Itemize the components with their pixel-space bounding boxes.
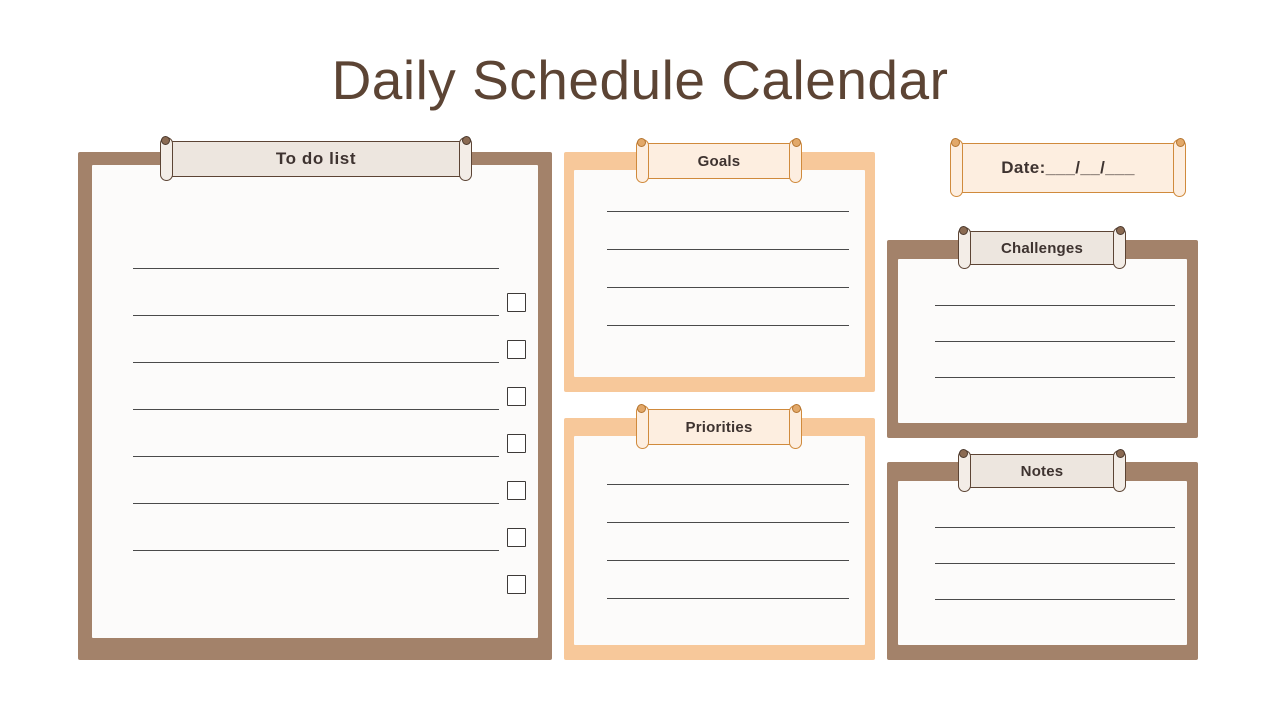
banner-plate: Goals — [644, 143, 794, 179]
todo-rule-3[interactable] — [133, 362, 499, 363]
challenges-label: Challenges — [1000, 239, 1084, 257]
todo-checkbox-3[interactable] — [507, 387, 526, 406]
challenges-rule-1[interactable] — [935, 305, 1175, 306]
goals-label: Goals — [697, 152, 741, 170]
scroll-knob-left-icon — [959, 449, 968, 458]
todo-rule-7[interactable] — [133, 550, 499, 551]
page-title: Daily Schedule Calendar — [331, 49, 949, 111]
goals-banner[interactable]: Goals — [636, 138, 802, 183]
notes-rule-1[interactable] — [935, 527, 1175, 528]
priorities-panel — [564, 418, 875, 660]
scroll-roll-left-icon — [950, 139, 963, 197]
todo-checkbox-4[interactable] — [507, 434, 526, 453]
todo-list-paper — [92, 165, 538, 638]
banner-plate: Date:___/__/___ — [958, 143, 1178, 193]
challenges-paper — [898, 259, 1187, 423]
todo-checkbox-5[interactable] — [507, 481, 526, 500]
scroll-roll-right-icon — [1173, 139, 1186, 197]
todo-checkbox-2[interactable] — [507, 340, 526, 359]
date-banner[interactable]: Date:___/__/___ — [950, 138, 1186, 197]
notes-rule-3[interactable] — [935, 599, 1175, 600]
scroll-knob-left-icon — [951, 138, 960, 147]
todo-rule-4[interactable] — [133, 409, 499, 410]
todo-checkbox-7[interactable] — [507, 575, 526, 594]
challenges-rule-3[interactable] — [935, 377, 1175, 378]
todo-checkbox-6[interactable] — [507, 528, 526, 547]
todo-checkbox-1[interactable] — [507, 293, 526, 312]
todo-rule-5[interactable] — [133, 456, 499, 457]
goals-rule-2[interactable] — [607, 249, 849, 250]
challenges-rule-2[interactable] — [935, 341, 1175, 342]
todo-rule-2[interactable] — [133, 315, 499, 316]
todo-list-label: To do list — [275, 149, 357, 168]
priorities-label: Priorities — [685, 418, 753, 436]
scroll-knob-left-icon — [161, 136, 170, 145]
priorities-rule-1[interactable] — [607, 484, 849, 485]
notes-banner[interactable]: Notes — [958, 449, 1126, 492]
goals-paper — [574, 170, 865, 377]
todo-list-panel — [78, 152, 552, 660]
priorities-banner[interactable]: Priorities — [636, 404, 802, 449]
notes-paper — [898, 481, 1187, 645]
scroll-knob-right-icon — [792, 138, 801, 147]
challenges-panel — [887, 240, 1198, 438]
todo-rule-6[interactable] — [133, 503, 499, 504]
notes-label: Notes — [1020, 462, 1064, 480]
scroll-knob-right-icon — [462, 136, 471, 145]
banner-plate: To do list — [168, 141, 464, 177]
priorities-rule-4[interactable] — [607, 598, 849, 599]
banner-plate: Priorities — [644, 409, 794, 445]
goals-panel — [564, 152, 875, 392]
goals-rule-1[interactable] — [607, 211, 849, 212]
scroll-knob-left-icon — [637, 404, 646, 413]
scroll-knob-right-icon — [792, 404, 801, 413]
goals-rule-3[interactable] — [607, 287, 849, 288]
scroll-knob-right-icon — [1116, 226, 1125, 235]
notes-panel — [887, 462, 1198, 660]
scroll-knob-right-icon — [1176, 138, 1185, 147]
priorities-paper — [574, 436, 865, 645]
date-field-label: Date:___/__/___ — [1001, 158, 1135, 177]
notes-rule-2[interactable] — [935, 563, 1175, 564]
scroll-knob-right-icon — [1116, 449, 1125, 458]
challenges-banner[interactable]: Challenges — [958, 226, 1126, 269]
scroll-knob-left-icon — [637, 138, 646, 147]
todo-rule-1[interactable] — [133, 268, 499, 269]
banner-plate: Notes — [966, 454, 1118, 488]
daily-schedule-calendar-page: Daily Schedule Calendar To do list Goals… — [0, 0, 1280, 720]
priorities-rule-2[interactable] — [607, 522, 849, 523]
priorities-rule-3[interactable] — [607, 560, 849, 561]
todo-list-banner[interactable]: To do list — [160, 136, 472, 181]
scroll-knob-left-icon — [959, 226, 968, 235]
goals-rule-4[interactable] — [607, 325, 849, 326]
banner-plate: Challenges — [966, 231, 1118, 265]
